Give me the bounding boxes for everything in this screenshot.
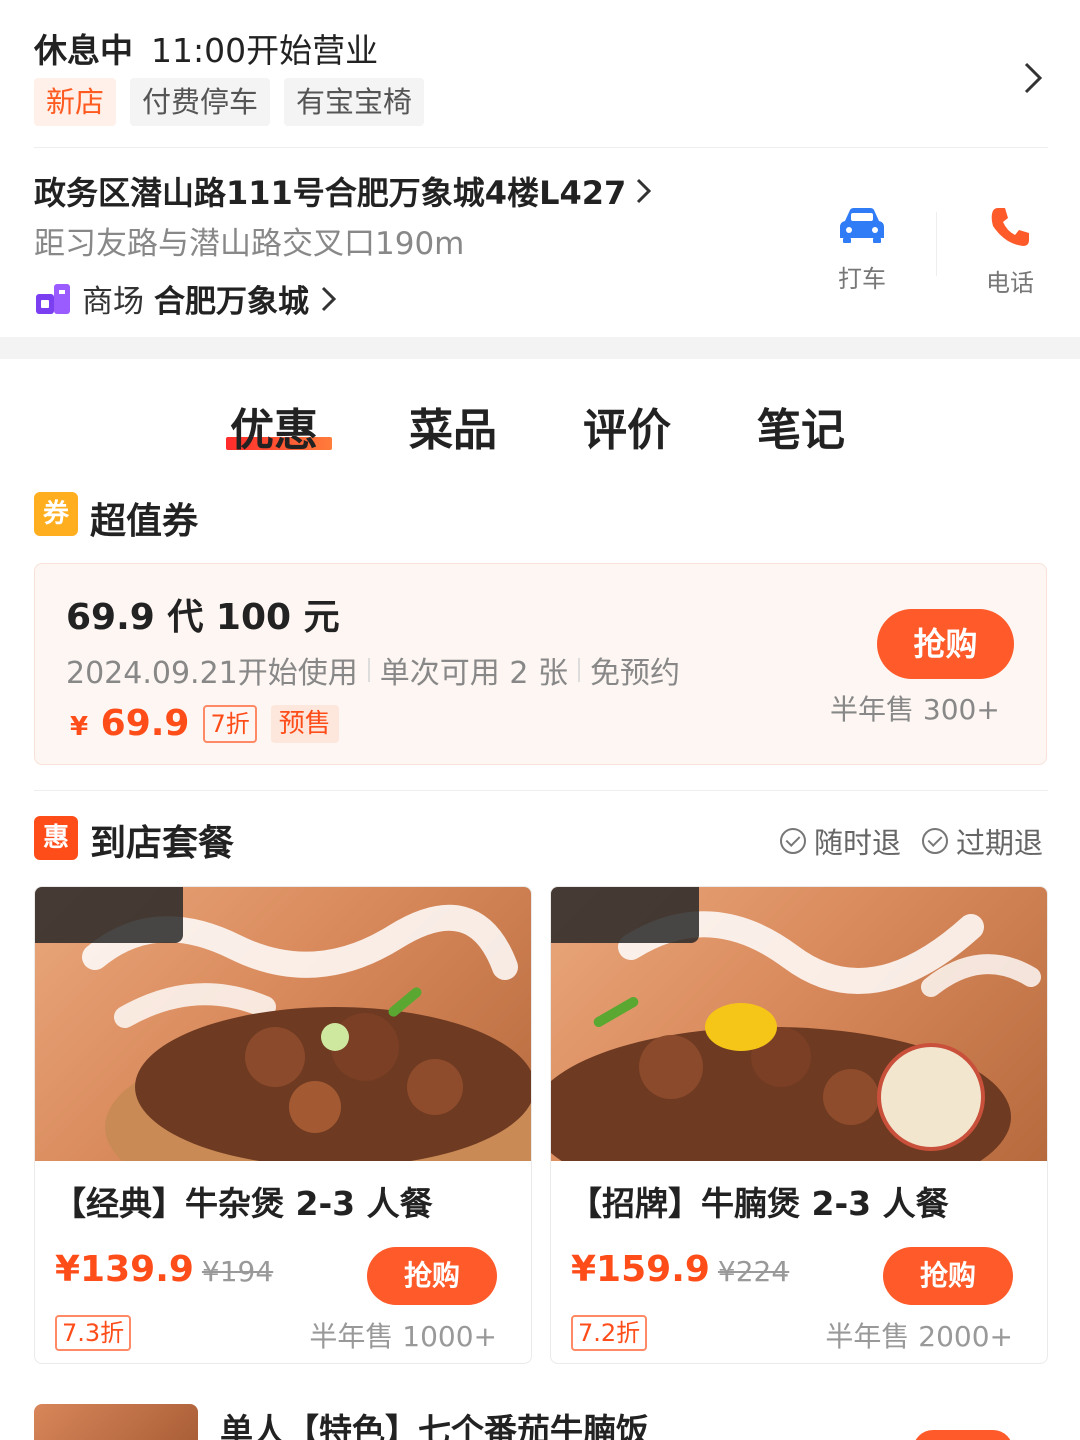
voucher-sold-count: 半年售 300+ [830, 693, 1000, 726]
store-address[interactable]: 政务区潜山路111号合肥万象城4楼L427 [34, 168, 654, 214]
mall-name: 合肥万象城 [154, 284, 309, 320]
store-status: 休息中 [34, 31, 133, 70]
voucher-discount-badge: 7折 [203, 704, 257, 743]
divider [34, 790, 1048, 791]
taxi-label: 打车 [838, 265, 886, 293]
tag-baby-chair: 有宝宝椅 [284, 78, 425, 126]
mall-label: 商场 [82, 284, 144, 320]
address-text: 政务区潜山路111号合肥万象城4楼L427 [34, 174, 627, 212]
meal-price: ¥139.9 [55, 1249, 194, 1290]
taxi-button[interactable]: 打车 [807, 205, 917, 294]
coupon-section-title: 超值券 [90, 501, 199, 542]
voucher-reservation: 免预约 [589, 656, 680, 691]
store-hours: 休息中 11:00开始营业 [34, 24, 378, 72]
section-separator [0, 337, 1080, 359]
divider [577, 658, 580, 682]
meal-sold-count: 半年售 2000+ [825, 1320, 1013, 1353]
meal-sold-count: 半年售 1000+ [309, 1320, 497, 1353]
voucher-start: 2024.09.21开始使用 [66, 656, 358, 691]
policy-refund-expired: 过期退 [922, 820, 1043, 862]
policy-refund-anytime: 随时退 [780, 820, 901, 862]
meal-price-row: ¥139.9 ¥194 [55, 1249, 273, 1290]
store-tags: 新店 付费停车 有宝宝椅 [34, 78, 425, 126]
chevron-right-icon[interactable] [1018, 58, 1048, 98]
voucher-usage: 单次可用 2 张 [379, 656, 568, 691]
voucher-buy-button[interactable]: 抢购 [877, 609, 1014, 679]
tag-paid-parking: 付费停车 [130, 78, 271, 126]
voucher-title: 69.9 代 100 元 [66, 597, 340, 638]
meal-card[interactable]: 【经典】牛杂煲 2-3 人餐 ¥139.9 ¥194 抢购 7.3折 半年售 1… [34, 886, 532, 1364]
chevron-right-icon [321, 286, 337, 311]
open-time: 11:00开始营业 [151, 31, 379, 70]
meal-name: 【招牌】牛腩煲 2-3 人餐 [569, 1184, 949, 1223]
tab-dishes[interactable]: 菜品 [409, 394, 497, 458]
mall-link[interactable]: 商场 合肥万象城 [34, 276, 339, 321]
tab-reviews[interactable]: 评价 [583, 394, 671, 458]
policy-label: 过期退 [956, 826, 1044, 860]
divider [367, 658, 370, 682]
check-circle-icon [922, 828, 948, 854]
check-circle-icon [780, 828, 806, 854]
list-item-buy-button[interactable] [913, 1430, 1013, 1440]
deal-icon: 惠 [34, 816, 78, 860]
meal-card[interactable]: 【招牌】牛腩煲 2-3 人餐 ¥159.9 ¥224 抢购 7.2折 半年售 2… [550, 886, 1048, 1364]
phone-button[interactable]: 电话 [955, 205, 1065, 298]
meal-section-title: 到店套餐 [90, 823, 235, 864]
divider [936, 212, 937, 276]
list-item-name[interactable]: 单人【特色】七个番茄牛腩饭 [220, 1404, 649, 1440]
divider [34, 147, 1048, 148]
meal-original-price: ¥194 [201, 1255, 274, 1288]
meal-discount-badge: 7.2折 [571, 1315, 648, 1351]
policy-label: 随时退 [814, 826, 902, 860]
mall-building-icon [36, 283, 70, 314]
phone-icon [991, 208, 1029, 246]
meal-buy-button[interactable]: 抢购 [883, 1247, 1013, 1305]
meal-original-price: ¥224 [717, 1255, 790, 1288]
phone-label: 电话 [986, 269, 1034, 297]
meal-price: ¥159.9 [571, 1249, 710, 1290]
tab-discounts[interactable]: 优惠 [230, 394, 318, 458]
tag-new-store: 新店 [34, 78, 117, 126]
image-corner-badge [551, 887, 699, 943]
meal-discount-badge: 7.3折 [55, 1315, 132, 1351]
image-corner-badge [35, 887, 183, 943]
meal-buy-button[interactable]: 抢购 [367, 1247, 497, 1305]
voucher-price: ¥ 69.9 [70, 703, 190, 744]
meal-photo [35, 887, 531, 1161]
coupon-icon: 券 [34, 492, 78, 536]
meal-name: 【经典】牛杂煲 2-3 人餐 [53, 1184, 433, 1223]
car-icon [840, 208, 884, 243]
voucher-meta: 2024.09.21开始使用 单次可用 2 张 免预约 [66, 648, 680, 692]
chevron-right-icon [637, 178, 652, 204]
voucher-price-row: ¥ 69.9 7折 预售 [70, 703, 339, 744]
voucher-presale-badge: 预售 [270, 704, 339, 743]
meal-price-row: ¥159.9 ¥224 [571, 1249, 789, 1290]
meal-photo [551, 887, 1047, 1161]
tab-notes[interactable]: 笔记 [757, 394, 845, 458]
distance-text: 距习友路与潜山路交叉口190m [34, 226, 465, 262]
item-thumbnail[interactable] [34, 1404, 198, 1440]
